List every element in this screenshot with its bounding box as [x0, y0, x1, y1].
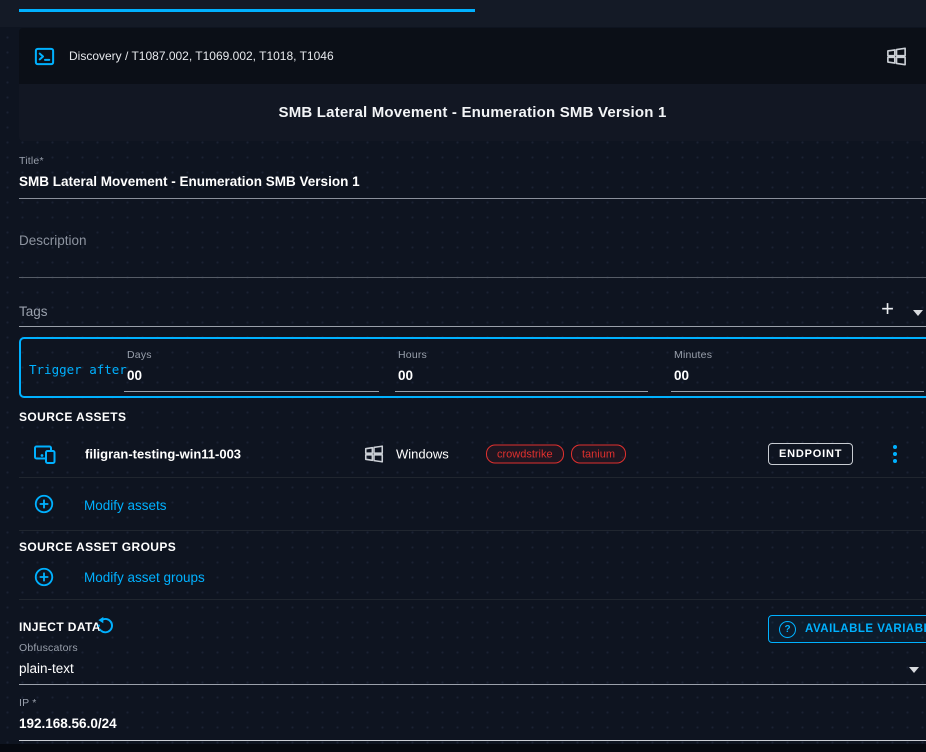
help-circle-icon: ?	[779, 621, 796, 638]
title-field[interactable]: Title* SMB Lateral Movement - Enumeratio…	[19, 155, 926, 199]
description-field[interactable]: Description	[19, 233, 926, 278]
modify-asset-groups-row: Modify asset groups	[19, 558, 926, 600]
asset-tag-chip: crowdstrike	[486, 445, 564, 464]
trigger-days-field[interactable]: Days 00	[124, 339, 379, 396]
source-assets-heading: SOURCE ASSETS	[19, 410, 126, 424]
trigger-hours-value[interactable]: 00	[398, 368, 413, 383]
trigger-hours-underline	[395, 391, 648, 392]
available-variables-button[interactable]: ? AVAILABLE VARIABLES	[768, 615, 926, 643]
obfuscators-underline	[19, 684, 926, 685]
attack-patterns-text: Discovery / T1087.002, T1069.002, T1018,…	[69, 49, 885, 63]
source-asset-groups-heading: SOURCE ASSET GROUPS	[19, 540, 176, 554]
asset-platform-label: Windows	[396, 447, 449, 462]
obfuscators-value[interactable]: plain-text	[19, 661, 926, 676]
title-field-underline	[19, 198, 926, 199]
title-field-value[interactable]: SMB Lateral Movement - Enumeration SMB V…	[19, 174, 926, 189]
inject-data-heading: INJECT DATA	[19, 620, 101, 634]
add-tag-icon[interactable]: +	[881, 298, 894, 320]
ip-field-label: IP *	[19, 697, 926, 709]
trigger-minutes-field[interactable]: Minutes 00	[671, 339, 924, 396]
description-field-label: Description	[19, 233, 926, 248]
ip-field-underline	[19, 740, 926, 741]
trigger-hours-field[interactable]: Hours 00	[395, 339, 648, 396]
modify-assets-row: Modify assets	[19, 477, 926, 531]
add-circle-icon[interactable]	[33, 493, 55, 515]
inject-header-card: Discovery / T1087.002, T1069.002, T1018,…	[19, 28, 926, 141]
asset-more-vert-icon[interactable]	[889, 441, 901, 467]
trigger-days-label: Days	[127, 349, 152, 361]
available-variables-label: AVAILABLE VARIABLES	[805, 623, 926, 635]
title-field-label: Title*	[19, 155, 926, 167]
ip-field-value[interactable]: 192.168.56.0/24	[19, 716, 926, 731]
inject-header-bottom: SMB Lateral Movement - Enumeration SMB V…	[19, 84, 926, 141]
modify-assets-link[interactable]: Modify assets	[84, 498, 167, 513]
trigger-minutes-value[interactable]: 00	[674, 368, 689, 383]
obfuscators-caret-down-icon[interactable]	[909, 667, 919, 673]
asset-tag-chip: tanium	[571, 445, 626, 464]
inject-edit-screen: Discovery / T1087.002, T1069.002, T1018,…	[0, 0, 926, 752]
trigger-after-label: Trigger after	[29, 362, 127, 377]
active-tab-indicator	[19, 9, 475, 12]
add-circle-icon[interactable]	[33, 566, 55, 588]
trigger-minutes-underline	[671, 391, 924, 392]
modify-asset-groups-link[interactable]: Modify asset groups	[84, 570, 205, 585]
trigger-minutes-label: Minutes	[674, 349, 712, 361]
description-field-underline	[19, 277, 926, 278]
tags-field-underline	[19, 326, 926, 327]
rotate-left-icon[interactable]	[95, 615, 116, 636]
windows-icon	[363, 443, 385, 465]
trigger-days-value[interactable]: 00	[127, 368, 142, 383]
ip-field[interactable]: IP * 192.168.56.0/24	[19, 697, 926, 741]
obfuscators-label: Obfuscators	[19, 642, 926, 654]
asset-row[interactable]: filigran-testing-win11-003 Windows crowd…	[19, 431, 926, 478]
tags-caret-down-icon[interactable]	[913, 310, 923, 316]
tab-bar	[0, 0, 926, 27]
bottom-edge	[0, 744, 926, 752]
windows-icon	[885, 45, 908, 68]
terminal-icon	[33, 45, 56, 68]
devices-icon	[33, 442, 57, 466]
trigger-hours-label: Hours	[398, 349, 427, 361]
tags-field[interactable]: Tags +	[19, 297, 926, 327]
obfuscators-select[interactable]: Obfuscators plain-text	[19, 642, 926, 685]
trigger-after-group: Trigger after Days 00 Hours 00 Minutes 0…	[19, 337, 926, 398]
asset-name: filigran-testing-win11-003	[85, 447, 241, 462]
trigger-days-underline	[124, 391, 379, 392]
tags-field-label: Tags	[19, 304, 48, 319]
asset-type-badge: ENDPOINT	[768, 443, 853, 465]
inject-header-top: Discovery / T1087.002, T1069.002, T1018,…	[19, 28, 926, 84]
inject-title: SMB Lateral Movement - Enumeration SMB V…	[278, 104, 666, 121]
